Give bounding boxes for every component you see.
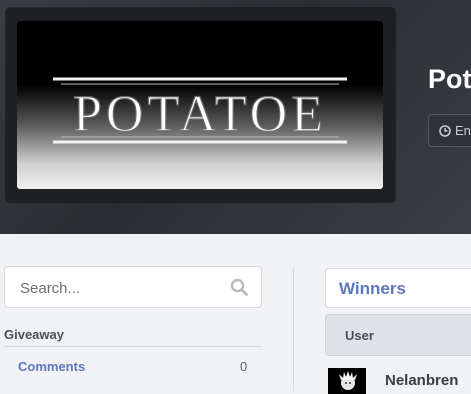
- comments-link[interactable]: Comments: [18, 359, 85, 374]
- winners-header: Winners: [325, 268, 471, 308]
- section-divider: [4, 346, 262, 347]
- winners-title: Winners: [339, 279, 406, 298]
- comments-count: 0: [240, 359, 248, 374]
- banner-logo-text: POTATOE: [73, 86, 327, 143]
- giveaway-hero: POTATOE Pot En: [0, 0, 471, 234]
- user-column-header: User: [325, 314, 471, 356]
- potatoe-logo: POTATOE: [53, 77, 347, 144]
- avatar-image: [339, 371, 357, 390]
- ends-badge: En: [428, 114, 471, 147]
- search-box[interactable]: [4, 266, 262, 309]
- giveaway-section-label: Giveaway: [4, 327, 64, 342]
- giveaway-title: Pot: [428, 64, 471, 94]
- search-icon[interactable]: [230, 278, 248, 296]
- ends-label: En: [455, 123, 471, 138]
- avatar[interactable]: [328, 368, 366, 394]
- user-column-label: User: [345, 328, 374, 343]
- giveaway-banner-image: POTATOE: [17, 21, 383, 189]
- column-divider: [293, 268, 294, 391]
- clock-icon: [439, 124, 451, 137]
- winner-name[interactable]: Nelanbren: [385, 372, 458, 389]
- search-input[interactable]: [18, 267, 222, 309]
- giveaway-content: Giveaway Comments 0 Winners User Nelanbr…: [0, 234, 471, 394]
